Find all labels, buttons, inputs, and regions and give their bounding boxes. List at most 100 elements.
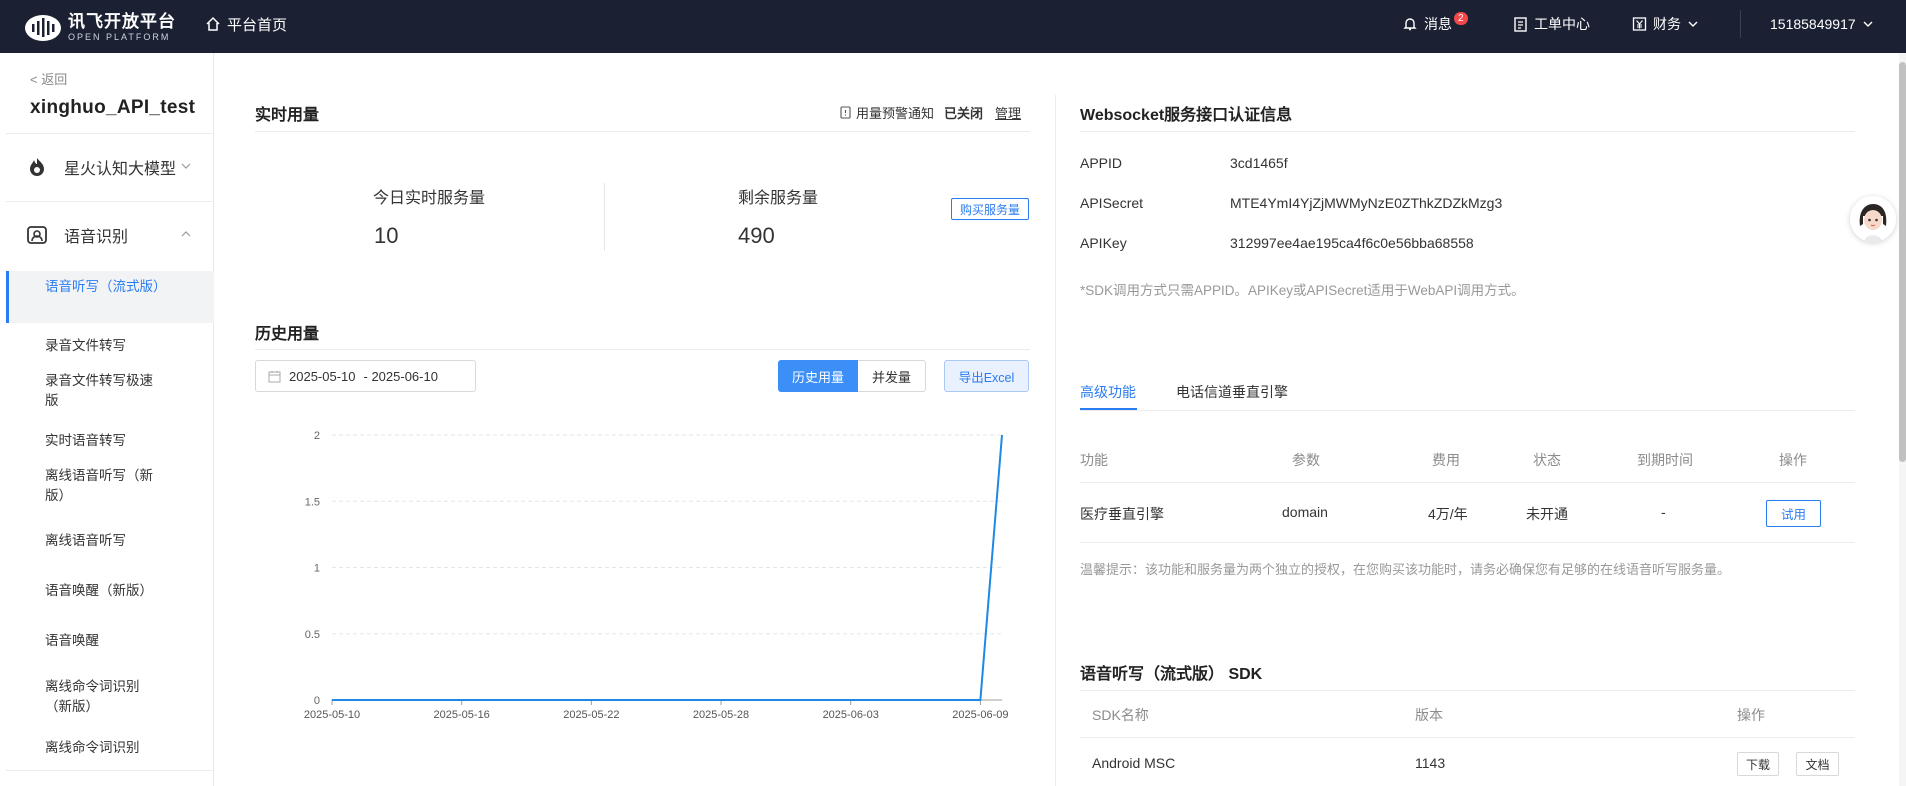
tab-advanced-features[interactable]: 高级功能 [1080,382,1136,402]
messages-button[interactable]: 消息 2 [1402,0,1468,48]
advanced-tip: 温馨提示：该功能和服务量为两个独立的授权，在您购买该功能时，请务必确保您有足够的… [1080,562,1731,577]
apisecret-value[interactable]: MTE4YmI4YjZjMWMyNzE0ZThkZDZkMzg3 [1230,195,1502,211]
sidebar-divider [6,770,214,771]
today-usage-label: 今日实时服务量 [373,190,486,207]
voice-recognition-icon [27,226,47,244]
sdk-table-header: 版本 [1415,707,1443,723]
sdk-table-header: SDK名称 [1092,707,1149,723]
date-range-picker[interactable]: 2025-05-10 - 2025-06-10 [255,360,476,392]
websocket-auth-title: Websocket服务接口认证信息 [1080,107,1293,124]
sidebar-group-spark[interactable]: 星火认知大模型 [6,139,214,195]
y-tick-label: 1.5 [305,496,320,508]
y-tick-label: 0.5 [305,629,320,641]
messages-label: 消息 [1424,16,1452,32]
sidebar-divider [6,133,214,134]
sidebar-item-offline-dictation-new[interactable]: 离线语音听写（新版） [6,466,214,506]
section-divider [1080,131,1855,132]
try-button[interactable]: 试用 [1766,500,1821,527]
sidebar-item-streaming-dictation[interactable]: 语音听写（流式版） [6,271,214,323]
apisecret-label: APISecret [1080,195,1144,211]
sidebar-group-label: 语音识别 [64,229,129,246]
y-tick-label: 1 [314,563,320,575]
table-header: 费用 [1432,452,1460,468]
table-header: 功能 [1080,452,1108,468]
page-scrollbar-thumb[interactable] [1899,62,1906,462]
flame-icon [30,158,44,176]
tab-phone-channel-engine[interactable]: 电话信道垂直引擎 [1176,382,1288,402]
sidebar-group-label: 星火认知大模型 [64,161,177,178]
sdk-version-cell: 1143 [1415,755,1446,771]
sidebar-item-offline-command-new[interactable]: 离线命令词识别（新版） [6,677,214,717]
history-usage-chart: 0 0.5 1 1.5 2 2025-05-10 2025-05-16 2025-05-22 2… [304,430,1009,720]
sdk-section-title: 语音听写（流式版） SDK [1080,666,1263,683]
chevron-down-icon [1688,21,1698,27]
bell-icon [1403,18,1417,31]
sidebar-item-fast-file-transcription[interactable]: 录音文件转写极速版 [6,371,214,411]
usage-alert-status: 已关闭 [944,106,984,121]
chevron-down-icon [1863,21,1873,27]
usage-alert-manage-link[interactable]: 管理 [995,103,1021,122]
x-tick-label: 2025-05-28 [693,709,749,720]
yen-icon [1632,17,1647,31]
x-tick-label: 2025-05-10 [304,709,360,720]
apikey-value[interactable]: 312997ee4ae195ca4f6c0e56bba68558 [1230,235,1474,251]
remaining-usage-value: 490 [738,223,775,248]
sdk-table-header: 操作 [1737,707,1765,723]
sdk-download-button[interactable]: 下载 [1737,752,1779,776]
topbar-divider [1740,10,1741,38]
back-link[interactable]: < 返回 [30,69,67,88]
sidebar-item-realtime-transcription[interactable]: 实时语音转写 [6,431,214,451]
calendar-icon [268,370,281,382]
tab-concurrency[interactable]: 并发量 [858,360,926,392]
y-tick-label: 2 [314,430,320,442]
sidebar-item-file-transcription[interactable]: 录音文件转写 [6,336,214,356]
platform-home-link[interactable]: 平台首页 [205,0,287,48]
table-header: 状态 [1533,452,1561,468]
tab-history-usage[interactable]: 历史用量 [778,360,858,392]
apikey-label: APIKey [1080,235,1127,251]
app-name: xinghuo_API_test [30,97,196,118]
feature-param-cell: domain [1282,504,1328,520]
table-row-divider [1080,542,1855,543]
alert-bell-icon [840,105,851,119]
sidebar-group-asr[interactable]: 语音识别 [6,207,214,263]
feature-status-cell: 未开通 [1526,506,1568,522]
table-row-divider [1080,737,1855,738]
realtime-usage-title: 实时用量 [255,107,320,124]
appid-value[interactable]: 3cd1465f [1230,155,1288,171]
ticket-center-label: 工单中心 [1534,16,1590,32]
today-usage-value: 10 [374,223,399,248]
logo-text: 讯飞开放平台 [68,11,176,31]
sidebar-item-wakeup[interactable]: 语音唤醒 [6,631,214,651]
message-count-badge: 2 [1454,11,1468,25]
x-tick-label: 2025-05-22 [563,709,619,720]
section-divider [255,131,1030,132]
tab-divider [1080,410,1855,411]
top-navigation-bar: 讯飞开放平台 OPEN PLATFORM 平台首页 消息 2 工单中心 财务 1… [0,0,1906,53]
user-account-menu[interactable]: 15185849917 [1770,0,1874,48]
sdk-auth-note: *SDK调用方式只需APPID。APIKey或APISecret适用于WebAP… [1080,283,1525,298]
table-header: 参数 [1292,452,1320,468]
sidebar-item-wakeup-new[interactable]: 语音唤醒（新版） [6,581,214,601]
x-tick-label: 2025-06-09 [952,709,1008,720]
ticket-center-button[interactable]: 工单中心 [1513,0,1590,48]
sidebar-divider [6,201,214,202]
chevron-down-icon [181,163,191,169]
sdk-docs-button[interactable]: 文档 [1796,752,1839,776]
section-divider [1080,690,1855,691]
appid-label: APPID [1080,155,1123,171]
feature-expiry-cell: - [1661,504,1666,520]
buy-service-button[interactable]: 购买服务量 [951,198,1029,220]
export-excel-button[interactable]: 导出Excel [944,360,1029,392]
date-range-start: 2025-05-10 [289,368,356,384]
assistant-avatar[interactable] [1850,196,1896,242]
home-icon [206,16,220,31]
left-sidebar: < 返回 xinghuo_API_test 星火认知大模型 语音识别 语音听写（… [6,53,214,786]
sidebar-item-offline-command[interactable]: 离线命令词识别 [6,738,214,758]
table-row-divider [1080,482,1855,483]
platform-logo[interactable]: 讯飞开放平台 OPEN PLATFORM [24,8,176,46]
finance-menu[interactable]: 财务 [1632,0,1699,48]
sidebar-item-offline-dictation[interactable]: 离线语音听写 [6,531,214,551]
finance-label: 财务 [1653,16,1681,32]
usage-alert-setting: 用量预警通知 已关闭 管理 [839,103,1021,122]
